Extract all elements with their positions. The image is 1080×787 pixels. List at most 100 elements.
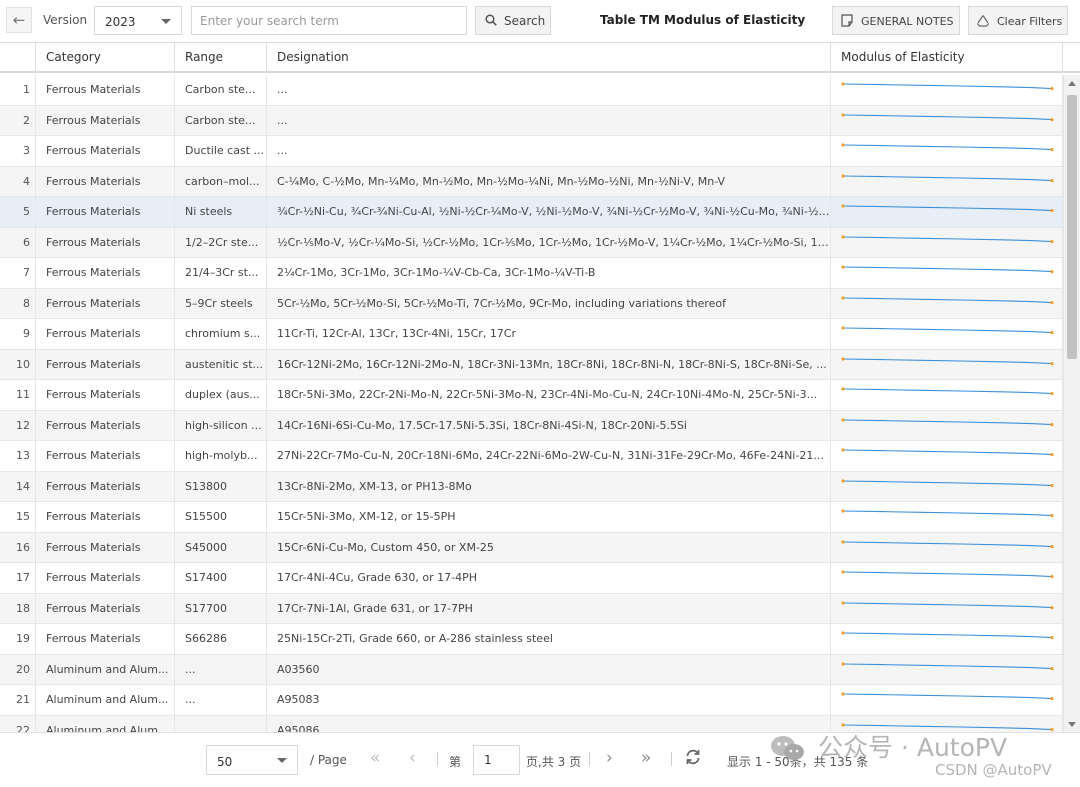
- table-row[interactable]: 5 Ferrous Materials Ni steels ¾Cr-½Ni-Cu, ¾…: [0, 197, 1063, 228]
- version-label: Version: [43, 13, 88, 27]
- next-page-icon[interactable]: ›: [606, 748, 613, 768]
- table-row[interactable]: 11 Ferrous Materials duplex (aus... 18Cr-5N…: [0, 380, 1063, 411]
- scroll-up-icon[interactable]: [1068, 81, 1076, 86]
- row-number: 4: [0, 166, 36, 197]
- scrollbar-thumb[interactable]: [1067, 95, 1077, 359]
- table-row[interactable]: 7 Ferrous Materials 21/4–3Cr st... 2¼Cr-1Mo…: [0, 258, 1063, 289]
- table-row[interactable]: 12 Ferrous Materials high-silicon ... 14Cr-…: [0, 410, 1063, 441]
- column-header-designation[interactable]: Designation: [267, 43, 831, 72]
- clear-filters-button[interactable]: Clear Filters: [968, 6, 1068, 35]
- cell-category: Ferrous Materials: [36, 593, 175, 624]
- cell-category: Ferrous Materials: [36, 105, 175, 136]
- cell-range: S17700: [175, 593, 267, 624]
- table-row[interactable]: 6 Ferrous Materials 1/2–2Cr ste... ½Cr-⅕Mo-…: [0, 227, 1063, 258]
- cell-designation: 15Cr-6Ni-Cu-Mo, Custom 450, or XM-25: [267, 532, 831, 563]
- last-page-icon[interactable]: »: [641, 748, 651, 768]
- table-row[interactable]: 21 Aluminum and Alum...... A95083: [0, 685, 1063, 716]
- row-number: 7: [0, 258, 36, 288]
- cell-modulus-sparkline: [831, 502, 1063, 532]
- sparkline-start-point: [841, 417, 845, 422]
- general-notes-button[interactable]: GENERAL NOTES: [832, 6, 960, 35]
- column-header-category[interactable]: Category: [36, 43, 175, 72]
- cell-designation: 27Ni-22Cr-7Mo-Cu-N, 20Cr-18Ni-6Mo, 24Cr-…: [267, 441, 831, 471]
- cell-category: Aluminum and Alum...: [36, 654, 175, 685]
- table-row[interactable]: 13 Ferrous Materials high-molyb... 27Ni-22C…: [0, 441, 1063, 472]
- table-row[interactable]: 9 Ferrous Materials chromium s... 11Cr-Ti, …: [0, 319, 1063, 350]
- sparkline-chart: [841, 326, 1054, 335]
- cell-modulus-sparkline: [831, 75, 1063, 105]
- sparkline-line: [842, 83, 1053, 90]
- sparkline-end-point: [1050, 270, 1054, 274]
- page-number-input[interactable]: [473, 745, 520, 775]
- table-row[interactable]: 20 Aluminum and Alum...... A03560: [0, 654, 1063, 685]
- row-number: 15: [0, 502, 36, 532]
- row-number: 5: [0, 197, 36, 227]
- cell-range: S13800: [175, 471, 267, 502]
- sparkline-end-point: [1050, 331, 1054, 335]
- back-button[interactable]: ←: [6, 7, 32, 33]
- search-button-label: Search: [504, 14, 546, 28]
- row-number: 14: [0, 471, 36, 502]
- table-row[interactable]: 3 Ferrous Materials Ductile cast ......: [0, 136, 1063, 167]
- sparkline-line: [842, 540, 1053, 547]
- refresh-icon[interactable]: [684, 748, 702, 766]
- sparkline-chart: [841, 387, 1054, 396]
- prev-page-icon[interactable]: ‹: [409, 748, 416, 768]
- grid-header: Category Range Designation Modulus of El…: [0, 43, 1080, 73]
- table-row[interactable]: 4 Ferrous Materials carbon–mol... C-¼Mo, C-…: [0, 166, 1063, 197]
- version-select[interactable]: 2023: [94, 6, 182, 35]
- table-row[interactable]: 14 Ferrous Materials S13800 13Cr-8Ni-2Mo, X…: [0, 471, 1063, 502]
- first-page-icon[interactable]: «: [370, 748, 380, 768]
- cell-category: Ferrous Materials: [36, 227, 175, 258]
- cell-range: S45000: [175, 532, 267, 563]
- vertical-scrollbar[interactable]: [1063, 75, 1080, 732]
- sparkline-end-point: [1050, 178, 1054, 182]
- search-input[interactable]: [191, 6, 467, 35]
- sparkline-chart: [841, 82, 1054, 91]
- sparkline-end-point: [1050, 514, 1054, 518]
- sparkline-line: [842, 632, 1053, 639]
- table-row[interactable]: 10 Ferrous Materials austenitic st... 16Cr-…: [0, 349, 1063, 380]
- sparkline-chart: [841, 173, 1054, 182]
- cell-category: Ferrous Materials: [36, 502, 175, 532]
- cell-modulus-sparkline: [831, 197, 1063, 227]
- scroll-down-icon[interactable]: [1068, 722, 1076, 727]
- table-row[interactable]: 18 Ferrous Materials S17700 17Cr-7Ni-1Al, G…: [0, 593, 1063, 624]
- sparkline-line: [842, 601, 1053, 608]
- table-row[interactable]: 1 Ferrous Materials Carbon ste......: [0, 75, 1063, 106]
- cell-range: Carbon ste...: [175, 105, 267, 136]
- cell-modulus-sparkline: [831, 380, 1063, 410]
- table-row[interactable]: 19 Ferrous Materials S66286 25Ni-15Cr-2Ti, …: [0, 624, 1063, 655]
- row-number: 10: [0, 349, 36, 380]
- table-row[interactable]: 16 Ferrous Materials S45000 15Cr-6Ni-Cu-Mo,…: [0, 532, 1063, 563]
- cell-designation: A95086: [267, 715, 831, 732]
- sparkline-end-point: [1050, 727, 1054, 731]
- table-row[interactable]: 2 Ferrous Materials Carbon ste......: [0, 105, 1063, 136]
- cell-designation: ¾Cr-½Ni-Cu, ¾Cr-¾Ni-Cu-Al, ½Ni-½Cr-¼Mo-V…: [267, 197, 831, 227]
- cell-designation: ...: [267, 136, 831, 166]
- sparkline-chart: [841, 692, 1054, 701]
- cell-designation: C-¼Mo, C-½Mo, Mn-¼Mo, Mn-½Mo, Mn-½Mo-¼Ni…: [267, 166, 831, 197]
- version-value: 2023: [105, 15, 136, 29]
- table-row[interactable]: 17 Ferrous Materials S17400 17Cr-4Ni-4Cu, G…: [0, 563, 1063, 594]
- row-number: 13: [0, 441, 36, 471]
- watermark-line-2: CSDN @AutoPV: [935, 761, 1052, 779]
- sparkline-line: [842, 205, 1053, 212]
- page-total-label: 页,共 3 页: [526, 755, 582, 769]
- page-size-select[interactable]: 50: [206, 745, 298, 775]
- sparkline-end-point: [1050, 575, 1054, 579]
- page-prefix-label: 第: [449, 755, 462, 769]
- column-header-range[interactable]: Range: [175, 43, 267, 72]
- sparkline-chart: [841, 112, 1054, 121]
- cell-designation: ...: [267, 75, 831, 105]
- sparkline-line: [842, 418, 1053, 425]
- note-icon: [841, 14, 853, 27]
- table-row[interactable]: 8 Ferrous Materials 5–9Cr steels 5Cr-½Mo, 5…: [0, 288, 1063, 319]
- cell-range: high-molyb...: [175, 441, 267, 471]
- table-row[interactable]: 15 Ferrous Materials S15500 15Cr-5Ni-3Mo, X…: [0, 502, 1063, 533]
- column-header-modulus[interactable]: Modulus of Elasticity: [831, 43, 1063, 72]
- search-button[interactable]: Search: [475, 6, 551, 35]
- cell-designation: 14Cr-16Ni-6Si-Cu-Mo, 17.5Cr-17.5Ni-5.3Si…: [267, 410, 831, 441]
- sparkline-end-point: [1050, 209, 1054, 213]
- sparkline-end-point: [1050, 148, 1054, 152]
